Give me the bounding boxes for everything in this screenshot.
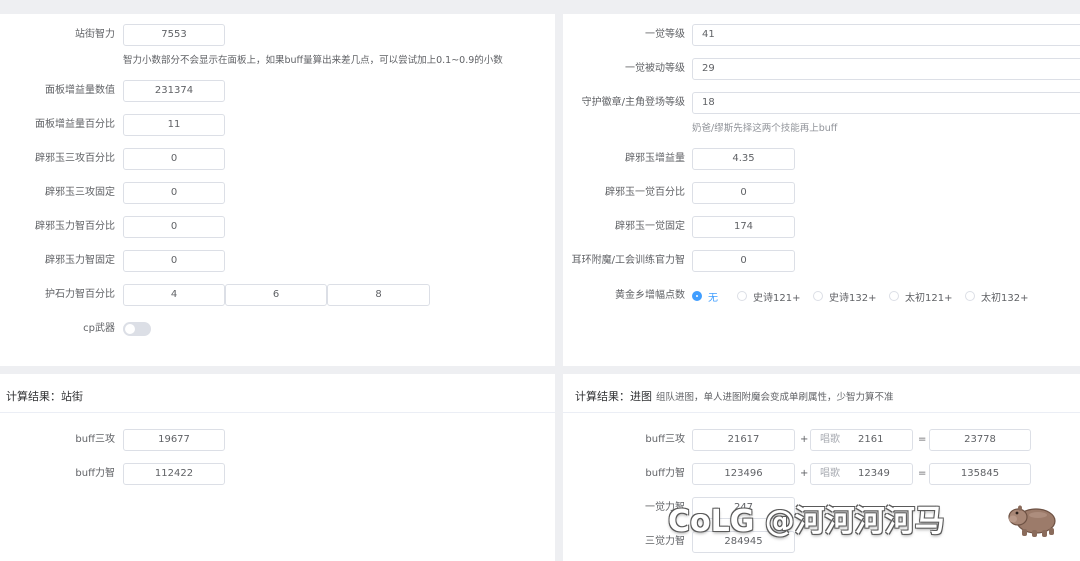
plus-sign: + bbox=[800, 468, 809, 479]
radio-checked-icon bbox=[692, 291, 702, 301]
dungeon-atk-song: 唱歌 2161 bbox=[810, 429, 913, 451]
hippo-icon bbox=[1008, 505, 1056, 537]
jade-atk-fixed-input[interactable]: 0 bbox=[123, 182, 225, 204]
awaken-passive-input[interactable]: 29 bbox=[692, 58, 1080, 80]
stone-input-2[interactable]: 6 bbox=[225, 284, 327, 306]
dungeon-str-total: 135845 bbox=[929, 463, 1031, 485]
awaken-level-input[interactable]: 41 bbox=[692, 24, 1080, 46]
song-prefix: 唱歌 bbox=[820, 468, 840, 479]
section-divider bbox=[0, 412, 555, 413]
panel-pct-input[interactable]: 11 bbox=[123, 114, 225, 136]
cp-weapon-switch[interactable] bbox=[123, 322, 151, 336]
guard-hint: 奶爸/缪斯先择这两个技能再上buff bbox=[692, 123, 838, 134]
earring-label: 耳环附魔/工会训练官力智 bbox=[571, 255, 685, 266]
panel-buff-label: 面板增益量数值 bbox=[45, 85, 115, 96]
street-atk-label: buff三攻 bbox=[75, 434, 115, 445]
awaken-level-label: 一觉等级 bbox=[645, 29, 685, 40]
gold-option-epic132[interactable]: 史诗132+ bbox=[813, 289, 876, 304]
gold-option-none[interactable]: 无 bbox=[692, 289, 718, 304]
radio-unchecked-icon bbox=[813, 291, 823, 301]
jade-atk-pct-input[interactable]: 0 bbox=[123, 148, 225, 170]
panel-buff-input[interactable]: 231374 bbox=[123, 80, 225, 102]
guard-label: 守护徽章/主角登场等级 bbox=[581, 97, 685, 108]
intel-hint: 智力小数部分不会显示在面板上，如果buff量算出来差几点，可以尝试加上0.1~0… bbox=[123, 55, 503, 66]
street-str-output: 112422 bbox=[123, 463, 225, 485]
dungeon-str-label: buff力智 bbox=[645, 468, 685, 479]
left-settings-panel: 站街智力 7553 智力小数部分不会显示在面板上，如果buff量算出来差几点，可… bbox=[0, 14, 555, 366]
gold-option-epic121[interactable]: 史诗121+ bbox=[737, 289, 800, 304]
stone-input-3[interactable]: 8 bbox=[327, 284, 430, 306]
street-result-title: 计算结果：站街 bbox=[6, 390, 83, 403]
jade-atk-pct-label: 辟邪玉三攻百分比 bbox=[35, 153, 115, 164]
jade-gain-input[interactable]: 4.35 bbox=[692, 148, 795, 170]
jade-str-fixed-label: 辟邪玉力智固定 bbox=[45, 255, 115, 266]
dungeon-atk-total: 23778 bbox=[929, 429, 1031, 451]
dungeon-str-base: 123496 bbox=[692, 463, 795, 485]
switch-knob bbox=[125, 324, 135, 334]
street-str-label: buff力智 bbox=[75, 468, 115, 479]
section-divider bbox=[563, 412, 1080, 413]
dungeon-atk-base: 21617 bbox=[692, 429, 795, 451]
jade-str-fixed-input[interactable]: 0 bbox=[123, 250, 225, 272]
gold-label: 黄金乡增幅点数 bbox=[615, 290, 685, 301]
dungeon-str-song: 唱歌 12349 bbox=[810, 463, 913, 485]
stone-input-1[interactable]: 4 bbox=[123, 284, 225, 306]
equals-sign: = bbox=[918, 468, 927, 479]
jade-awaken-fixed-input[interactable]: 174 bbox=[692, 216, 795, 238]
stone-label: 护石力智百分比 bbox=[45, 289, 115, 300]
dungeon-title-text: 计算结果：进图 bbox=[575, 390, 652, 403]
awaken-passive-label: 一觉被动等级 bbox=[625, 63, 685, 74]
radio-unchecked-icon bbox=[737, 291, 747, 301]
plus-sign: + bbox=[800, 434, 809, 445]
jade-str-pct-label: 辟邪玉力智百分比 bbox=[35, 221, 115, 232]
intel-input[interactable]: 7553 bbox=[123, 24, 225, 46]
dungeon-subtitle: 组队进图，单人进图附魔会变成单刷属性，少智力算不准 bbox=[656, 392, 894, 403]
guard-input[interactable]: 18 bbox=[692, 92, 1080, 114]
song-value: 2161 bbox=[858, 434, 884, 445]
jade-awaken-pct-input[interactable]: 0 bbox=[692, 182, 795, 204]
street-atk-output: 19677 bbox=[123, 429, 225, 451]
jade-awaken-fixed-label: 辟邪玉一觉固定 bbox=[615, 221, 685, 232]
right-settings-panel: 一觉等级 41 一觉被动等级 29 守护徽章/主角登场等级 18 奶爸/缪斯先择… bbox=[563, 14, 1080, 366]
radio-unchecked-icon bbox=[965, 291, 975, 301]
song-prefix: 唱歌 bbox=[820, 434, 840, 445]
gold-option-primal121[interactable]: 太初121+ bbox=[889, 289, 952, 304]
jade-str-pct-input[interactable]: 0 bbox=[123, 216, 225, 238]
cp-weapon-label: cp武器 bbox=[83, 323, 115, 334]
dungeon-atk-label: buff三攻 bbox=[645, 434, 685, 445]
street-result-panel: 计算结果：站街 buff三攻 19677 buff力智 112422 bbox=[0, 374, 555, 561]
jade-awaken-pct-label: 辟邪玉一觉百分比 bbox=[605, 187, 685, 198]
earring-input[interactable]: 0 bbox=[692, 250, 795, 272]
radio-unchecked-icon bbox=[889, 291, 899, 301]
watermark-text: CoLG @河河河河马 bbox=[668, 504, 945, 539]
jade-gain-label: 辟邪玉增益量 bbox=[625, 153, 685, 164]
jade-atk-fixed-label: 辟邪玉三攻固定 bbox=[45, 187, 115, 198]
gold-option-primal132[interactable]: 太初132+ bbox=[965, 289, 1028, 304]
intel-label: 站街智力 bbox=[75, 29, 115, 40]
dungeon-result-title: 计算结果：进图 组队进图，单人进图附魔会变成单刷属性，少智力算不准 bbox=[575, 388, 894, 404]
equals-sign: = bbox=[918, 434, 927, 445]
song-value: 12349 bbox=[858, 468, 890, 479]
panel-pct-label: 面板增益量百分比 bbox=[35, 119, 115, 130]
